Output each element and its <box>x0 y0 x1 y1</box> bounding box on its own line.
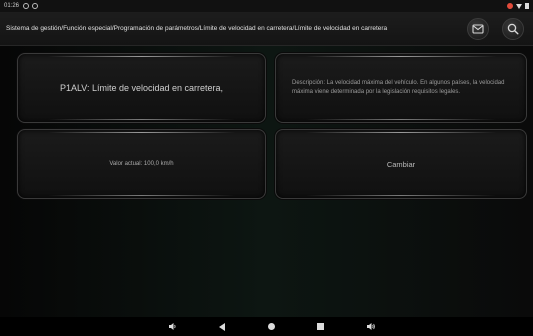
parameter-description: Descripción: La velocidad máxima del veh… <box>292 80 505 95</box>
notification-dot-icon <box>507 3 513 9</box>
wifi-icon <box>516 3 522 9</box>
back-icon[interactable] <box>219 323 225 331</box>
message-button[interactable] <box>467 18 489 40</box>
recents-icon[interactable] <box>317 323 324 330</box>
home-icon[interactable] <box>268 323 275 330</box>
status-indicator-icon <box>23 3 30 9</box>
volume-up-icon[interactable] <box>366 322 376 331</box>
parameter-title-tile: P1ALV: Límite de velocidad en carretera, <box>17 53 266 123</box>
breadcrumb: Sistema de gestión/Función especial/Prog… <box>6 25 388 32</box>
current-value: Valor actual: 100,0 km/h <box>109 161 174 167</box>
navigation-bar <box>0 317 533 336</box>
status-right-group <box>507 3 529 9</box>
main-content: P1ALV: Límite de velocidad en carretera,… <box>0 46 533 317</box>
current-value-tile: Valor actual: 100,0 km/h <box>17 129 266 199</box>
status-bar: 01:26 <box>0 0 533 12</box>
description-tile: Descripción: La velocidad máxima del veh… <box>275 53 527 123</box>
status-indicator-icon <box>32 3 39 9</box>
change-button[interactable]: Cambiar <box>275 129 527 199</box>
header-bar: Sistema de gestión/Función especial/Prog… <box>0 12 533 46</box>
change-button-label: Cambiar <box>386 159 416 169</box>
battery-icon <box>525 3 529 9</box>
volume-down-icon[interactable] <box>168 322 177 331</box>
parameter-title: P1ALV: Límite de velocidad en carretera, <box>59 82 224 93</box>
status-time: 01:26 <box>4 3 20 9</box>
search-button[interactable] <box>502 18 524 40</box>
message-icon <box>472 24 484 34</box>
search-icon <box>507 23 519 35</box>
